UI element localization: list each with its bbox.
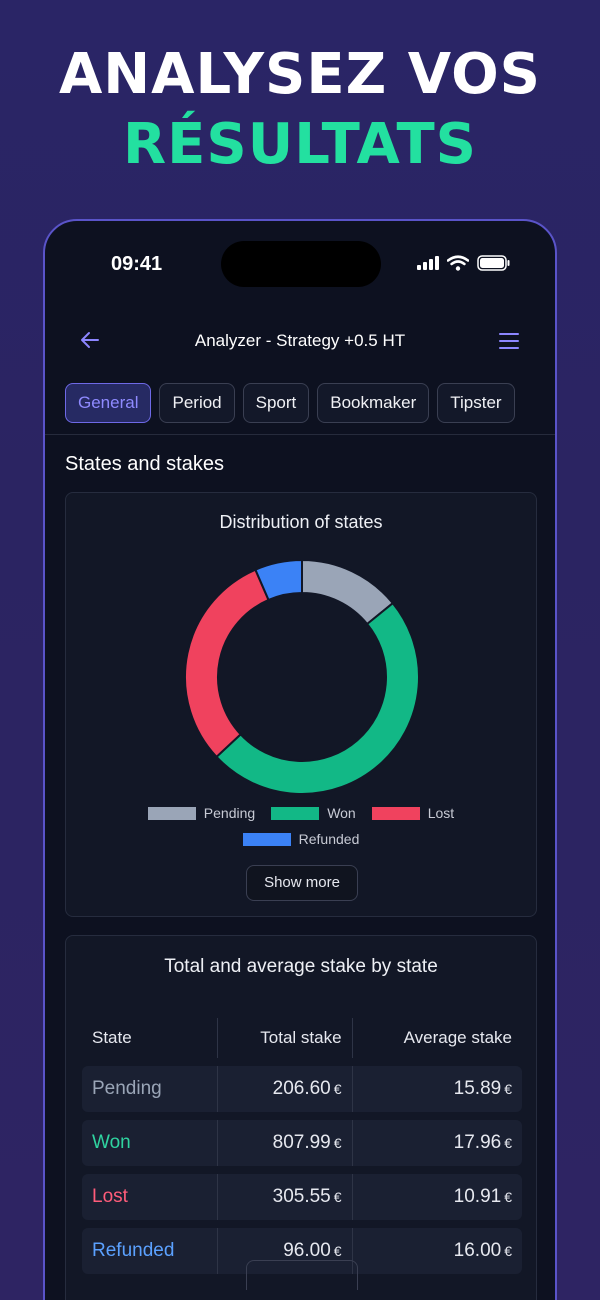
tab-sport[interactable]: Sport — [242, 383, 310, 423]
legend-item-lost[interactable]: Lost — [371, 805, 455, 821]
legend-label: Lost — [427, 805, 455, 821]
donut-chart — [184, 559, 420, 795]
chart-title: Distribution of states — [219, 512, 383, 532]
legend-swatch — [147, 806, 196, 820]
legend-swatch — [242, 832, 291, 846]
promo-headline-line2: RÉSULTATS — [123, 112, 477, 177]
page-title: Analyzer - Strategy +0.5 HT — [194, 331, 406, 350]
column-header-total: Total stake — [216, 1018, 352, 1058]
state-cell: Lost — [82, 1174, 217, 1220]
show-more-button-partial[interactable] — [246, 1260, 358, 1290]
legend-row: Refunded — [66, 831, 536, 847]
status-time: 09:41 — [111, 253, 163, 275]
state-cell: Won — [82, 1120, 217, 1166]
tab-bookmaker[interactable]: Bookmaker — [317, 383, 430, 423]
stakes-card: Total and average stake by state State T… — [65, 935, 537, 1300]
promo-headline-line1: ANALYSEZ VOS — [58, 42, 542, 107]
legend-swatch — [371, 806, 420, 820]
state-cell: Pending — [82, 1066, 217, 1112]
app-header: Analyzer - Strategy +0.5 HT — [45, 321, 555, 363]
legend-item-won[interactable]: Won — [271, 805, 356, 821]
table-row: Pending 206.60 €15.89 € — [82, 1066, 522, 1112]
stakes-title: Total and average stake by state — [164, 956, 438, 977]
column-header-state: State — [92, 1028, 132, 1047]
section-title: States and stakes — [65, 453, 224, 475]
show-more-button[interactable]: Show more — [246, 865, 358, 901]
average-stake-cell: 15.89 € — [351, 1066, 522, 1112]
average-stake-cell: 10.91 € — [351, 1174, 522, 1220]
status-bar: 09:41 — [45, 221, 555, 301]
legend-swatch — [271, 806, 320, 820]
legend-row: Pending Won Lost — [66, 805, 536, 821]
status-icons — [417, 255, 511, 271]
phone-frame: 09:41 Analyzer - Strategy +0.5 HT Genera… — [43, 219, 557, 1300]
menu-icon[interactable] — [499, 333, 519, 354]
tab-general[interactable]: General — [65, 383, 152, 423]
average-stake-cell: 17.96 € — [351, 1120, 522, 1166]
chart-legend: Pending Won Lost Refunded — [66, 805, 536, 857]
total-stake-cell: 305.55 € — [216, 1174, 352, 1220]
table-row: Won 807.99 €17.96 € — [82, 1120, 522, 1166]
legend-label: Refunded — [298, 831, 360, 847]
legend-label: Pending — [203, 805, 256, 821]
table-header: State Total stake Average stake — [82, 1018, 522, 1058]
legend-item-pending[interactable]: Pending — [147, 805, 256, 821]
total-stake-cell: 807.99 € — [216, 1120, 352, 1166]
signal-icon — [417, 256, 439, 270]
total-stake-cell: 206.60 € — [216, 1066, 352, 1112]
donut-slice-won[interactable] — [215, 601, 420, 795]
legend-item-refunded[interactable]: Refunded — [242, 831, 360, 847]
distribution-card: Distribution of states Pending Won Lost Ref… — [65, 492, 537, 917]
donut-slice-lost[interactable] — [184, 568, 270, 759]
average-stake-cell: 16.00 € — [351, 1228, 522, 1274]
legend-label: Won — [327, 805, 356, 821]
table-row: Lost 305.55 €10.91 € — [82, 1174, 522, 1220]
battery-icon — [477, 255, 510, 271]
filter-tabs: General Period Sport Bookmaker Tipster — [65, 383, 515, 423]
dynamic-island — [221, 241, 381, 287]
tabs-divider — [45, 434, 555, 435]
state-cell: Refunded — [82, 1228, 217, 1274]
column-header-average: Average stake — [351, 1018, 522, 1058]
stakes-table: State Total stake Average stake Pending 2… — [82, 1010, 522, 1282]
wifi-icon — [447, 255, 469, 271]
tab-period[interactable]: Period — [159, 383, 235, 423]
tab-tipster[interactable]: Tipster — [437, 383, 515, 423]
